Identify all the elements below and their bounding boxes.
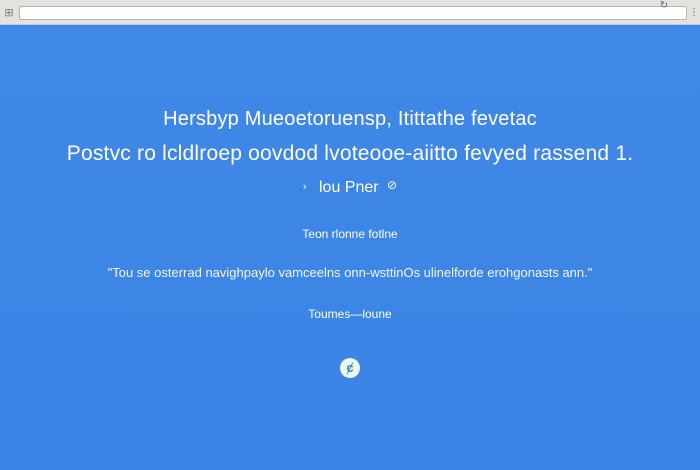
primary-link-label: lou Pner xyxy=(319,179,379,196)
browser-window: ⊞ ↻ ⋮ Hersbyp Mueoetoruensp, Itittathe f… xyxy=(0,0,700,470)
app-logo-icon: ⊞ xyxy=(4,7,14,19)
menu-icon[interactable]: ⋮ xyxy=(689,6,699,20)
chevron-right-icon: › xyxy=(302,181,307,193)
status-badge-icon[interactable]: ȼ xyxy=(340,358,360,378)
footer-link[interactable]: Toumes—loune xyxy=(0,307,700,321)
primary-link[interactable]: › lou Pner ⊘ xyxy=(0,178,700,197)
page-headline: Hersbyp Mueoetoruensp, Itittathe fevetac xyxy=(163,108,537,130)
browser-toolbar: ⊞ ↻ ⋮ xyxy=(0,0,700,25)
link-badge-icon: ⊘ xyxy=(387,178,398,192)
reload-icon[interactable]: ↻ xyxy=(658,1,670,11)
quote-text: "Tou se osterrad navighpaylo vamceelns o… xyxy=(107,265,593,280)
address-bar[interactable] xyxy=(19,6,687,20)
section-caption: Teon rlonne fotlne xyxy=(302,227,398,241)
page-subheadline: Postvc ro lcldlroep oovdod lvoteooe-aiit… xyxy=(66,142,634,165)
page-content: Hersbyp Mueoetoruensp, Itittathe fevetac… xyxy=(0,26,700,470)
